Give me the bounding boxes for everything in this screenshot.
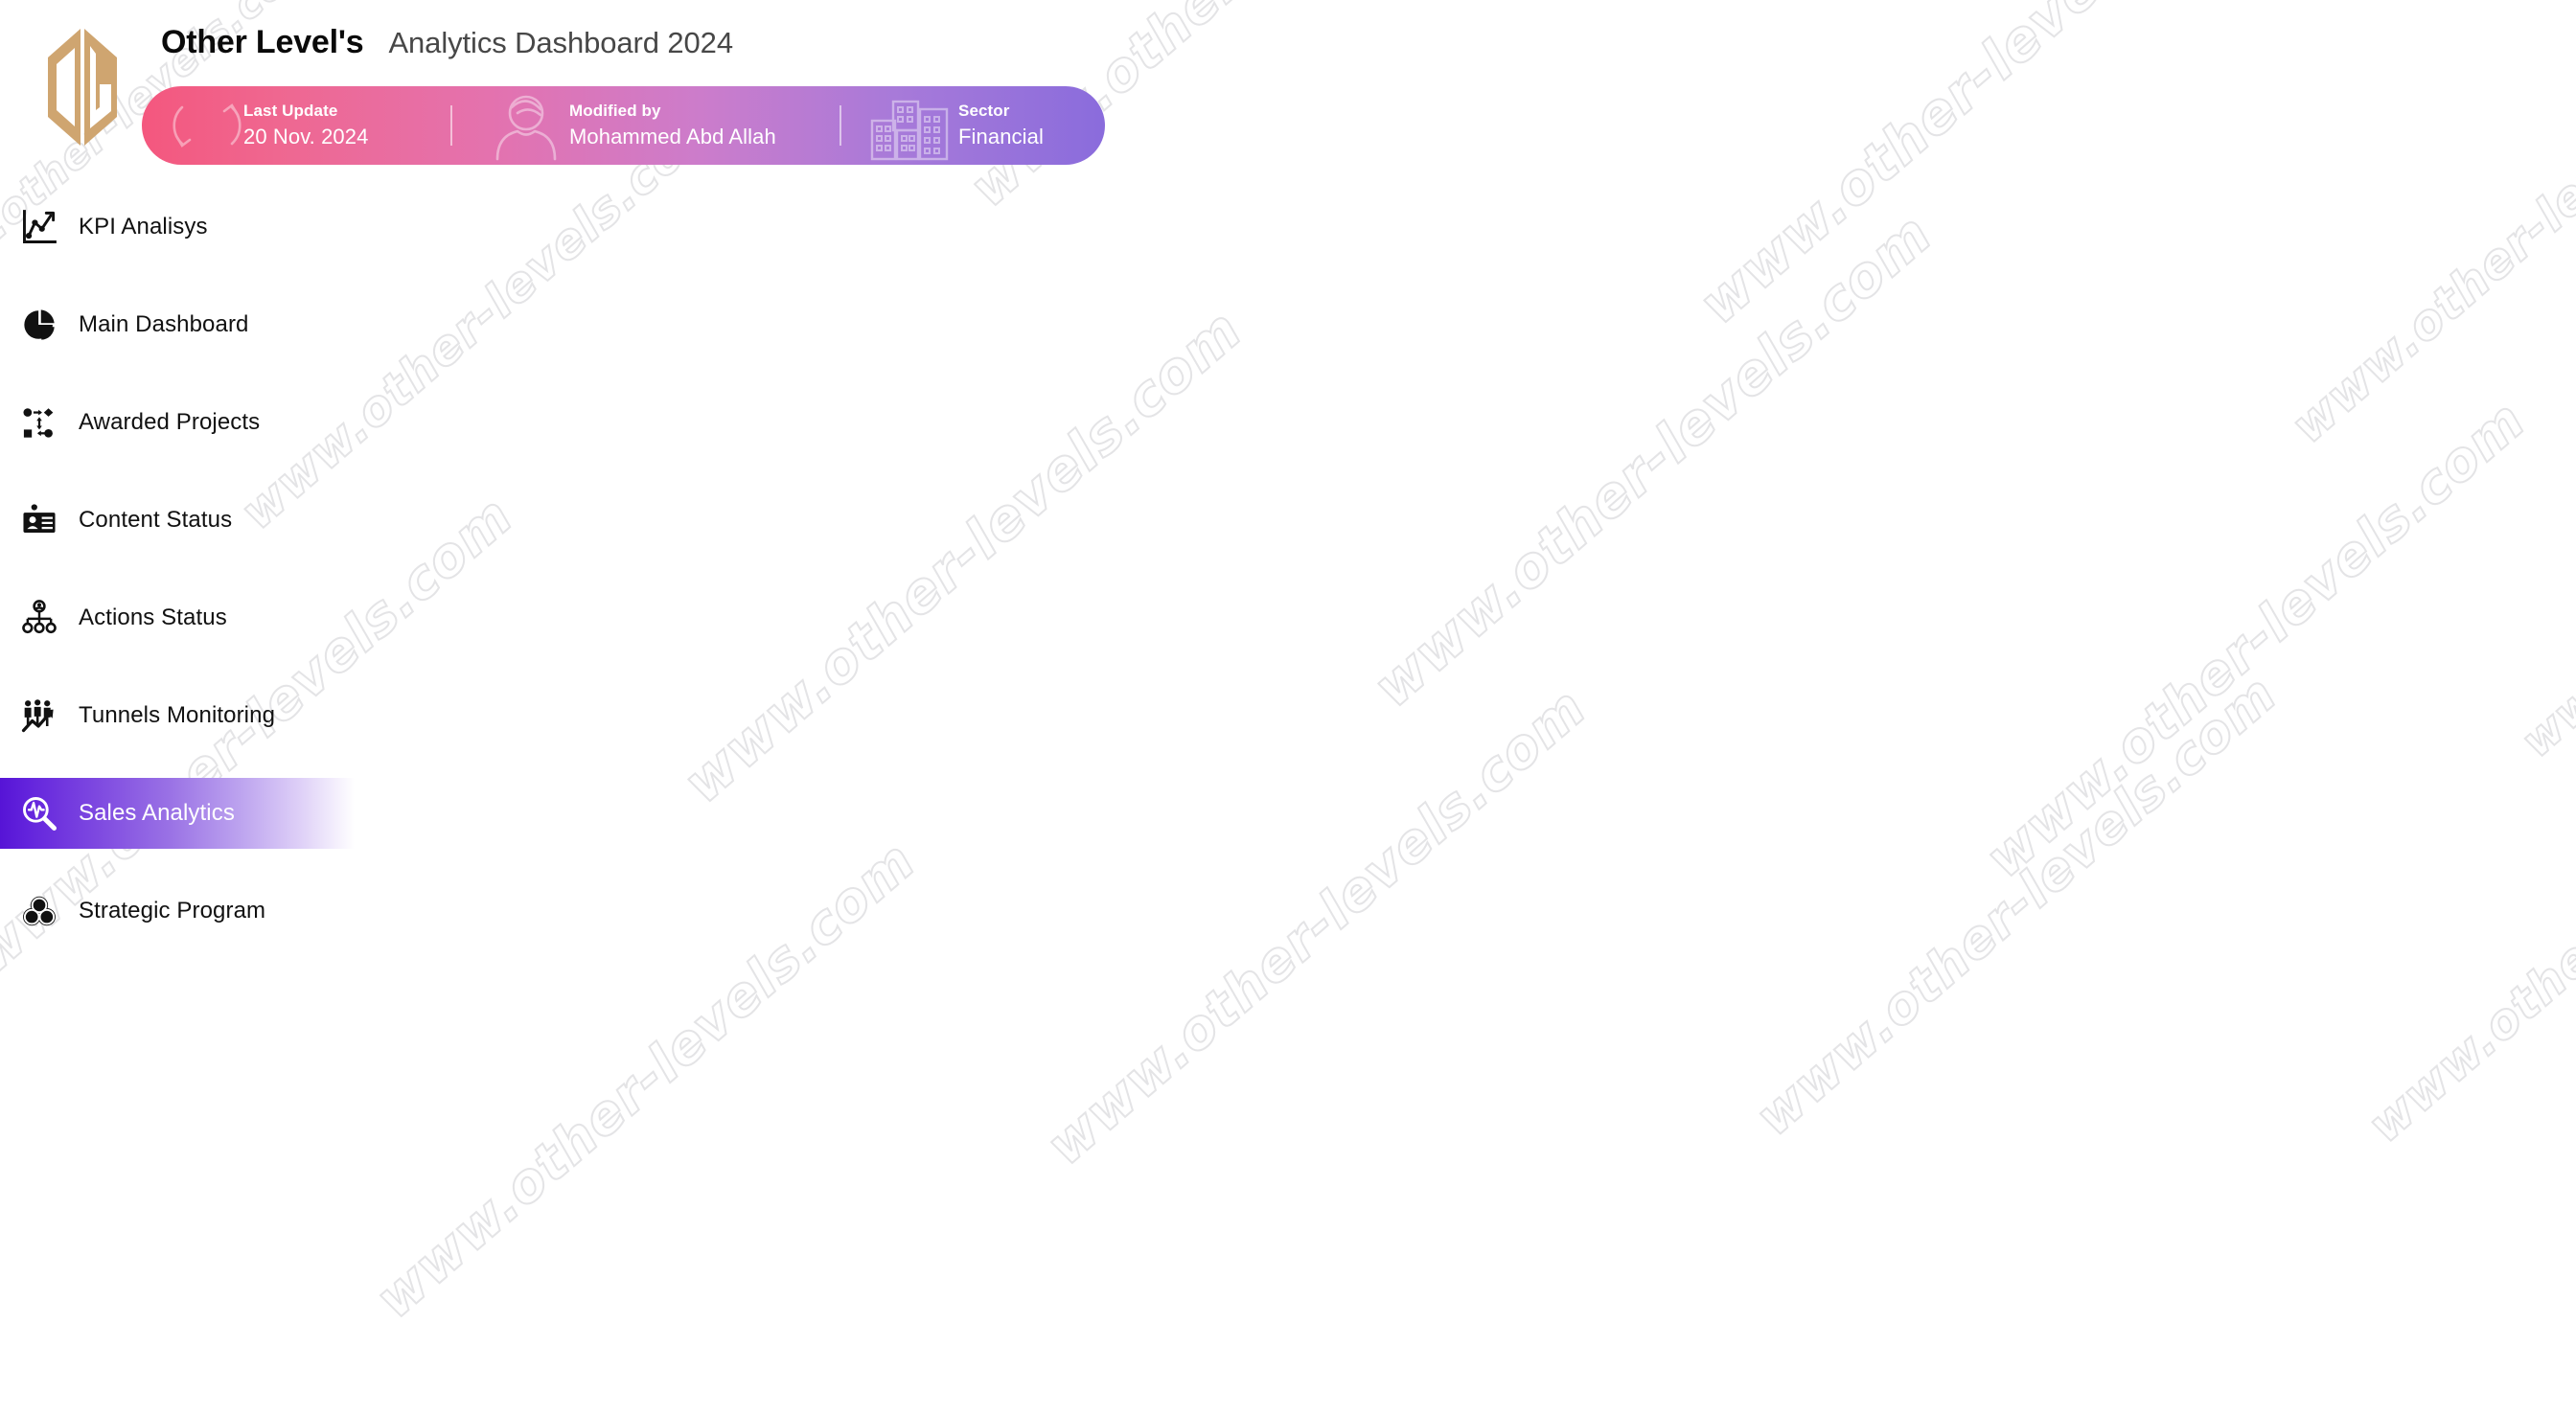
user-person-icon bbox=[489, 88, 564, 163]
magnifier-pulse-icon bbox=[17, 791, 61, 835]
workflow-nodes-icon bbox=[17, 400, 61, 445]
sidebar-item-label: Sales Analytics bbox=[79, 800, 235, 826]
watermark-text: www.other-levels.com bbox=[1034, 675, 1599, 1178]
pie-chart-icon bbox=[17, 303, 61, 347]
info-segment-sector: Sector Financial bbox=[841, 86, 1105, 165]
sidebar-item-label: Main Dashboard bbox=[79, 311, 249, 337]
sidebar-item-label: Tunnels Monitoring bbox=[79, 702, 276, 728]
sidebar-item-actions-status[interactable]: Actions Status bbox=[0, 582, 355, 653]
watermark-text: www.other-levels.com bbox=[1743, 663, 2289, 1149]
line-chart-axis-icon bbox=[17, 205, 61, 249]
sidebar-item-label: Actions Status bbox=[79, 604, 227, 630]
page-header: Other Level's Analytics Dashboard 2024 L… bbox=[0, 0, 2576, 192]
dashboard-subtitle: Analytics Dashboard 2024 bbox=[388, 26, 733, 59]
info-value: Financial bbox=[958, 124, 1044, 148]
refresh-arrows-icon bbox=[163, 88, 251, 163]
dashboard-page: www.other-levels.com www.other-levels.com… bbox=[0, 0, 2576, 1414]
watermark-text: www.other-levels.com bbox=[1973, 388, 2539, 891]
info-label: Sector bbox=[958, 102, 1010, 121]
venn-three-circles-icon bbox=[17, 889, 61, 933]
sidebar-item-label: KPI Analisys bbox=[79, 214, 208, 239]
watermark-text: www.other-levels.com bbox=[2510, 352, 2576, 767]
info-segment-modified-by: Modified by Mohammed Abd Allah bbox=[452, 86, 840, 165]
info-segment-last-update: Last Update 20 Nov. 2024 bbox=[142, 86, 450, 165]
info-label: Last Update bbox=[243, 102, 338, 121]
info-label: Modified by bbox=[569, 102, 661, 121]
watermark-text: www.other-levels.com bbox=[670, 296, 1255, 817]
sidebar-nav: KPI Analisys Main Dashboard Awarded Proj… bbox=[0, 192, 383, 946]
id-card-icon bbox=[17, 498, 61, 542]
watermark-text: www.other-levels.com bbox=[2357, 703, 2576, 1153]
sidebar-item-kpi-analisys[interactable]: KPI Analisys bbox=[0, 192, 355, 262]
org-hierarchy-icon bbox=[17, 596, 61, 640]
ol-monogram-logo bbox=[42, 25, 125, 149]
page-title: Other Level's Analytics Dashboard 2024 bbox=[161, 24, 733, 61]
sidebar-item-label: Content Status bbox=[79, 507, 233, 533]
watermark-layer: www.other-levels.com www.other-levels.com… bbox=[0, 0, 2576, 1414]
sidebar-item-awarded-projects[interactable]: Awarded Projects bbox=[0, 387, 355, 458]
buildings-city-icon bbox=[866, 88, 953, 163]
info-value: Mohammed Abd Allah bbox=[569, 124, 776, 148]
sidebar-item-strategic-program[interactable]: Strategic Program bbox=[0, 876, 355, 946]
sidebar-item-content-status[interactable]: Content Status bbox=[0, 485, 355, 556]
watermark-text: www.other-levels.com bbox=[363, 829, 929, 1332]
sidebar-item-main-dashboard[interactable]: Main Dashboard bbox=[0, 289, 355, 360]
sidebar-item-sales-analytics[interactable]: Sales Analytics bbox=[0, 778, 355, 849]
meta-info-bar: Last Update 20 Nov. 2024 Modified by Moh… bbox=[142, 86, 1105, 165]
brand-name: Other Level's bbox=[161, 24, 364, 60]
info-value: 20 Nov. 2024 bbox=[243, 124, 369, 148]
sidebar-item-label: Awarded Projects bbox=[79, 409, 261, 435]
sidebar-item-tunnels-monitoring[interactable]: Tunnels Monitoring bbox=[0, 680, 355, 751]
sidebar-item-label: Strategic Program bbox=[79, 898, 266, 924]
people-trend-arrow-icon bbox=[17, 694, 61, 738]
watermark-text: www.other-levels.com bbox=[1360, 200, 1945, 721]
